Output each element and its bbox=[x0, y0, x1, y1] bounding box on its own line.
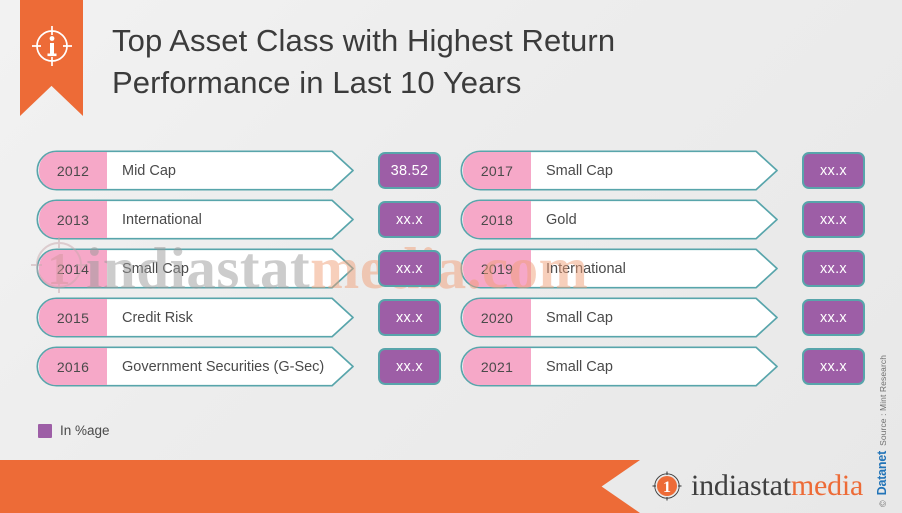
row-year: 2015 bbox=[39, 299, 107, 336]
page-title-line-1: Top Asset Class with Highest Return bbox=[112, 23, 616, 58]
page-title-line-2: Performance in Last 10 Years bbox=[112, 65, 522, 101]
row-year: 2013 bbox=[39, 201, 107, 238]
row-value: xx.x bbox=[802, 299, 865, 336]
row-body: 2017 Small Cap bbox=[460, 150, 790, 191]
footer: 1 indiastatmedia © Datanet Source : Mint… bbox=[0, 355, 902, 513]
indiastat-target-logo-icon: 1 bbox=[652, 471, 682, 501]
row-asset-class: International bbox=[122, 211, 202, 228]
row-asset-class: Small Cap bbox=[546, 358, 613, 375]
header: Top Asset Class with Highest Return Perf… bbox=[0, 0, 902, 140]
asset-class-table: 2012 Mid Cap 38.52 2013 International xx.x 201… bbox=[0, 150, 902, 405]
credit-brand: Datanet bbox=[875, 450, 889, 496]
row-asset-class: Mid Cap bbox=[122, 162, 176, 179]
table-row[interactable]: 2019 International xx.x bbox=[460, 248, 880, 289]
credit-copyright-symbol: © bbox=[878, 500, 888, 507]
table-row[interactable]: 2016 Government Securities (G-Sec) xx.x bbox=[36, 346, 456, 387]
table-row[interactable]: 2017 Small Cap xx.x bbox=[460, 150, 880, 191]
row-body: 2018 Gold bbox=[460, 199, 790, 240]
row-body: 2013 International bbox=[36, 199, 366, 240]
row-body: 2016 Government Securities (G-Sec) bbox=[36, 346, 366, 387]
row-value: xx.x bbox=[378, 299, 441, 336]
footer-wordmark-dark: indiastat bbox=[691, 469, 791, 502]
row-value: xx.x bbox=[802, 152, 865, 189]
row-year: 2020 bbox=[463, 299, 531, 336]
row-body: 2015 Credit Risk bbox=[36, 297, 366, 338]
page-title: Top Asset Class with Highest Return Perf… bbox=[112, 20, 752, 104]
credit-strip: © Datanet Source : Mint Research bbox=[875, 321, 901, 511]
legend: In %age bbox=[38, 423, 110, 438]
table-row[interactable]: 2014 Small Cap xx.x bbox=[36, 248, 456, 289]
footer-wordmark: indiastatmedia bbox=[691, 469, 863, 503]
row-year: 2012 bbox=[39, 152, 107, 189]
row-value: 38.52 bbox=[378, 152, 441, 189]
row-year: 2018 bbox=[463, 201, 531, 238]
table-row[interactable]: 2012 Mid Cap 38.52 bbox=[36, 150, 456, 191]
row-asset-class: Small Cap bbox=[546, 309, 613, 326]
table-row[interactable]: 2015 Credit Risk xx.x bbox=[36, 297, 456, 338]
row-value: xx.x bbox=[802, 348, 865, 385]
table-row[interactable]: 2013 International xx.x bbox=[36, 199, 456, 240]
row-year: 2017 bbox=[463, 152, 531, 189]
table-row[interactable]: 2020 Small Cap xx.x bbox=[460, 297, 880, 338]
footer-orange-bar bbox=[0, 460, 640, 513]
row-value: xx.x bbox=[378, 201, 441, 238]
row-body: 2012 Mid Cap bbox=[36, 150, 366, 191]
table-column-left: 2012 Mid Cap 38.52 2013 International xx.x 201… bbox=[36, 150, 456, 395]
table-row[interactable]: 2021 Small Cap xx.x bbox=[460, 346, 880, 387]
row-value: xx.x bbox=[802, 250, 865, 287]
row-value: xx.x bbox=[378, 348, 441, 385]
row-asset-class: Credit Risk bbox=[122, 309, 193, 326]
footer-wordmark-orange: media bbox=[790, 469, 864, 502]
row-asset-class: Small Cap bbox=[122, 260, 189, 277]
row-asset-class: Gold bbox=[546, 211, 577, 228]
legend-swatch bbox=[38, 423, 52, 438]
row-year: 2021 bbox=[463, 348, 531, 385]
credit-source: Source : Mint Research bbox=[878, 354, 888, 446]
table-column-right: 2017 Small Cap xx.x 2018 Gold xx.x 2019 Interna… bbox=[460, 150, 880, 395]
row-value: xx.x bbox=[378, 250, 441, 287]
table-row[interactable]: 2018 Gold xx.x bbox=[460, 199, 880, 240]
row-body: 2020 Small Cap bbox=[460, 297, 790, 338]
row-asset-class: Small Cap bbox=[546, 162, 613, 179]
row-asset-class: International bbox=[546, 260, 626, 277]
footer-logo[interactable]: 1 indiastatmedia bbox=[652, 469, 863, 503]
infographic-page: Top Asset Class with Highest Return Perf… bbox=[0, 0, 902, 513]
row-body: 2021 Small Cap bbox=[460, 346, 790, 387]
legend-label: In %age bbox=[60, 423, 110, 438]
row-value: xx.x bbox=[802, 201, 865, 238]
info-target-icon bbox=[32, 26, 72, 66]
row-year: 2016 bbox=[39, 348, 107, 385]
row-body: 2019 International bbox=[460, 248, 790, 289]
row-year: 2019 bbox=[463, 250, 531, 287]
row-year: 2014 bbox=[39, 250, 107, 287]
ribbon-banner bbox=[20, 0, 83, 116]
svg-text:1: 1 bbox=[663, 479, 671, 496]
row-body: 2014 Small Cap bbox=[36, 248, 366, 289]
row-asset-class: Government Securities (G-Sec) bbox=[122, 358, 325, 375]
